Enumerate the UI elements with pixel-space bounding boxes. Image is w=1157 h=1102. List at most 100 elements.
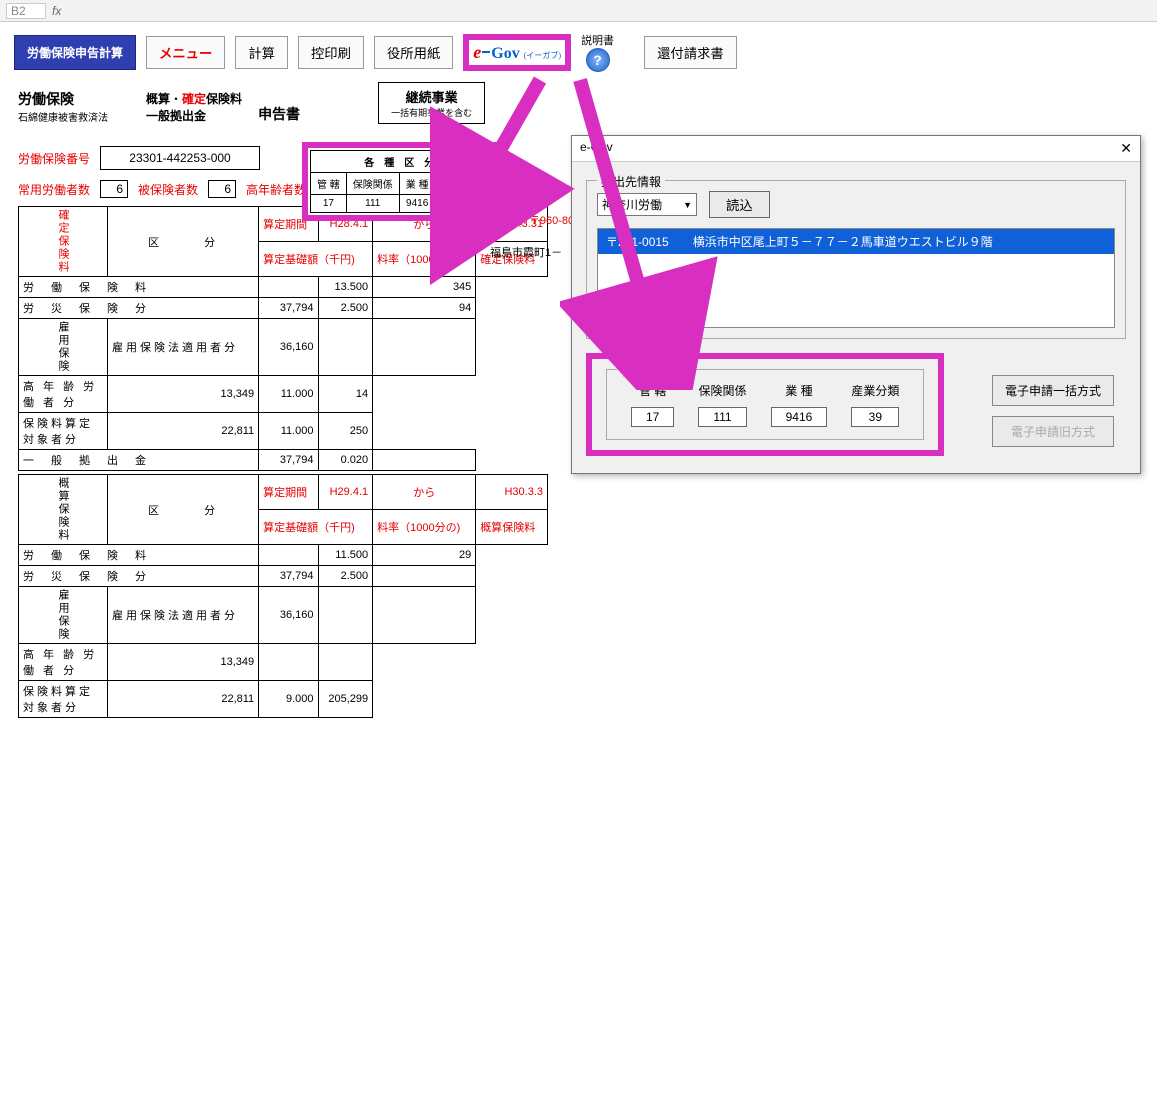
base-header: 算定基礎額（千円) bbox=[259, 510, 373, 545]
rate-value: 13.500 bbox=[318, 277, 373, 298]
destination-legend: 提出先情報 bbox=[597, 173, 665, 190]
base-value bbox=[259, 277, 318, 298]
law-note: 石綿健康被害救済法 bbox=[18, 109, 108, 124]
rate-header: 料率（1000分の) bbox=[373, 242, 476, 277]
rate-value bbox=[259, 644, 318, 681]
calc-button[interactable]: 計算 bbox=[235, 36, 288, 69]
address-list[interactable]: 〒231-0015 横浜市中区尾上町５－７７－２馬車道ウエストビル９階 bbox=[597, 228, 1115, 328]
table-row: 労 災 保 険 分 37,794 2.500 bbox=[19, 566, 548, 587]
dialog-titlebar: e-Gov ✕ bbox=[572, 136, 1140, 162]
manual-button[interactable]: 説明書 ? bbox=[581, 32, 614, 72]
yakusho-button[interactable]: 役所用紙 bbox=[374, 36, 453, 69]
amount-value bbox=[373, 566, 476, 587]
refund-button[interactable]: 還付請求書 bbox=[644, 36, 737, 69]
menu-button[interactable]: メニュー bbox=[146, 36, 225, 69]
ippan-label: 一般拠出金 bbox=[146, 109, 206, 123]
table-row: 高 年 齢 労 働 者 分 13,349 bbox=[19, 644, 548, 681]
period-kara: から bbox=[373, 475, 476, 510]
rate-value: 2.500 bbox=[318, 566, 373, 587]
kubun-header: 各 種 区 分 bbox=[311, 151, 489, 173]
base-value: 13,349 bbox=[108, 644, 259, 681]
dialog-kubun-legend: 各種区分 bbox=[617, 362, 673, 379]
eshinsei-old-button: 電子申請旧方式 bbox=[992, 416, 1114, 447]
egov-button[interactable]: eGov(イーガブ) bbox=[463, 34, 571, 71]
dialog-title-text: e-Gov bbox=[580, 140, 613, 157]
base-value: 22,811 bbox=[108, 413, 259, 450]
dialog-kubun-val: 17 bbox=[619, 403, 686, 431]
amount-value: 345 bbox=[373, 277, 476, 298]
address-list-item[interactable]: 〒231-0015 横浜市中区尾上町５－７７－２馬車道ウエストビル９階 bbox=[598, 229, 1114, 254]
koyou-label: 雇用保険 bbox=[19, 319, 108, 376]
rate-value: 2.500 bbox=[318, 298, 373, 319]
kubun-col: 業 種 bbox=[399, 173, 435, 195]
amount-value bbox=[373, 319, 476, 376]
joyo-value[interactable]: 6 bbox=[100, 180, 128, 198]
period-to: H30.3.3 bbox=[476, 475, 548, 510]
hokenryo-label: 保険料 bbox=[206, 92, 242, 106]
hihoken-value[interactable]: 6 bbox=[208, 180, 236, 198]
rate-value bbox=[318, 587, 373, 644]
amount-header: 概算保険料 bbox=[476, 510, 548, 545]
kubun-val: 39 bbox=[435, 195, 488, 213]
destination-selected-label: 神奈川労働 bbox=[602, 196, 662, 213]
table-row: 一 般 拠 出 金 37,794 0.020 bbox=[19, 450, 548, 471]
kubun-highlight: 各 種 区 分 管 轄保険関係業 種産業分類 17111941639 bbox=[302, 142, 497, 221]
rate-header: 料率（1000分の) bbox=[373, 510, 476, 545]
name-box[interactable]: B2 bbox=[6, 3, 46, 19]
destination-select[interactable]: 神奈川労働 ▼ bbox=[597, 193, 697, 216]
amount-value: 205,299 bbox=[318, 681, 373, 718]
section-label: 確定保険料 bbox=[19, 207, 108, 277]
kubun-val: 9416 bbox=[399, 195, 435, 213]
table-row: 保険料算定対象者分 22,811 9.000 205,299 bbox=[19, 681, 548, 718]
rate-value: 11.500 bbox=[318, 545, 373, 566]
table-row: 保険料算定対象者分 22,811 11.000 250 bbox=[19, 413, 548, 450]
dialog-kubun-val: 9416 bbox=[759, 403, 840, 431]
base-value: 36,160 bbox=[259, 587, 318, 644]
amount-value bbox=[373, 587, 476, 644]
keizoku-box: 継続事業 一括有期事業を含む bbox=[378, 82, 485, 124]
rate-value: 9.000 bbox=[259, 681, 318, 718]
print-button[interactable]: 控印刷 bbox=[298, 36, 364, 69]
app-title-button[interactable]: 労働保険申告計算 bbox=[14, 35, 136, 70]
kubun-header: 区 分 bbox=[108, 475, 259, 545]
dialog-kubun-col: 保険関係 bbox=[686, 378, 758, 403]
joyo-label: 常用労働者数 bbox=[18, 181, 90, 198]
table-row: 労 災 保 険 分 37,794 2.500 94 bbox=[19, 298, 548, 319]
fx-icon[interactable]: fx bbox=[52, 4, 61, 18]
close-icon[interactable]: ✕ bbox=[1120, 140, 1132, 157]
base-value: 22,811 bbox=[108, 681, 259, 718]
amount-value: 29 bbox=[373, 545, 476, 566]
kakutei-label: 確定 bbox=[182, 92, 206, 106]
row-label: 労 災 保 険 分 bbox=[19, 298, 259, 319]
row-label: 労 働 保 険 料 bbox=[19, 277, 259, 298]
row-label: 高 年 齢 労 働 者 分 bbox=[19, 376, 108, 413]
formula-bar: B2 fx bbox=[0, 0, 1157, 22]
table-row: 雇用保険 雇用保険法適用者分 36,160 bbox=[19, 587, 548, 644]
base-value: 13,349 bbox=[108, 376, 259, 413]
kubun-table: 各 種 区 分 管 轄保険関係業 種産業分類 17111941639 bbox=[310, 150, 489, 213]
amount-value: 94 bbox=[373, 298, 476, 319]
table-row: 労 働 保 険 料 11.500 29 bbox=[19, 545, 548, 566]
kubun-header: 区 分 bbox=[108, 207, 259, 277]
konen-label: 高年齢者数 bbox=[246, 181, 306, 198]
kubun-col: 管 轄 bbox=[311, 173, 347, 195]
kubun-col: 保険関係 bbox=[346, 173, 399, 195]
hoken-type: 労働保険 bbox=[18, 89, 108, 109]
dialog-kubun-col: 業 種 bbox=[759, 378, 840, 403]
dialog-kubun-col: 産業分類 bbox=[839, 378, 911, 403]
load-button[interactable]: 読込 bbox=[709, 191, 770, 218]
amount-value: 250 bbox=[318, 413, 373, 450]
document-header: 労働保険 石綿健康被害救済法 概算・確定保険料 一般拠出金 申告書 継続事業 一… bbox=[18, 82, 1139, 124]
egov-logo-icon: eGov(イーガブ) bbox=[473, 42, 561, 63]
help-icon: ? bbox=[586, 48, 610, 72]
insurance-number-value[interactable]: 23301-442253-000 bbox=[100, 146, 260, 170]
rate-value bbox=[318, 319, 373, 376]
table-row: 高 年 齢 労 働 者 分 13,349 11.000 14 bbox=[19, 376, 548, 413]
table-row: 労 働 保 険 料 13.500 345 bbox=[19, 277, 548, 298]
eshinsei-new-button[interactable]: 電子申請一括方式 bbox=[992, 375, 1114, 406]
row-label: 一 般 拠 出 金 bbox=[19, 450, 259, 471]
gaisan-label: 概算 bbox=[146, 92, 170, 106]
section-label: 概算保険料 bbox=[19, 475, 108, 545]
address-background: あて先 〒960-802 bbox=[490, 212, 580, 228]
rate-value: 11.000 bbox=[259, 413, 318, 450]
